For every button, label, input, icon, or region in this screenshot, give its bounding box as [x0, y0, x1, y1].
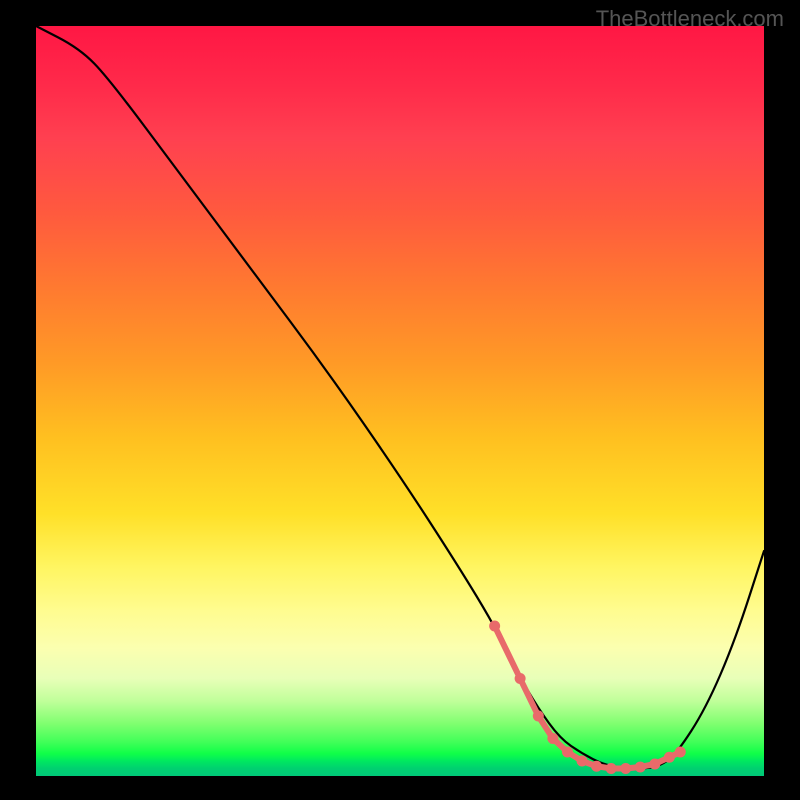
marker-dot	[547, 733, 558, 744]
plot-area	[36, 26, 764, 776]
marker-line	[495, 626, 681, 769]
marker-dot	[489, 621, 500, 632]
marker-dot	[562, 747, 573, 758]
bottleneck-curve	[36, 26, 764, 769]
marker-dot	[649, 759, 660, 770]
chart-svg	[36, 26, 764, 776]
marker-dot	[591, 761, 602, 772]
watermark-text: TheBottleneck.com	[596, 6, 784, 32]
marker-dot	[606, 763, 617, 774]
marker-dot	[664, 752, 675, 763]
marker-dot	[675, 747, 686, 758]
marker-dot	[533, 711, 544, 722]
marker-dot	[635, 762, 646, 773]
marker-dot	[577, 756, 588, 767]
marker-dot	[620, 763, 631, 774]
marker-dot	[515, 673, 526, 684]
marker-dots	[489, 621, 686, 775]
